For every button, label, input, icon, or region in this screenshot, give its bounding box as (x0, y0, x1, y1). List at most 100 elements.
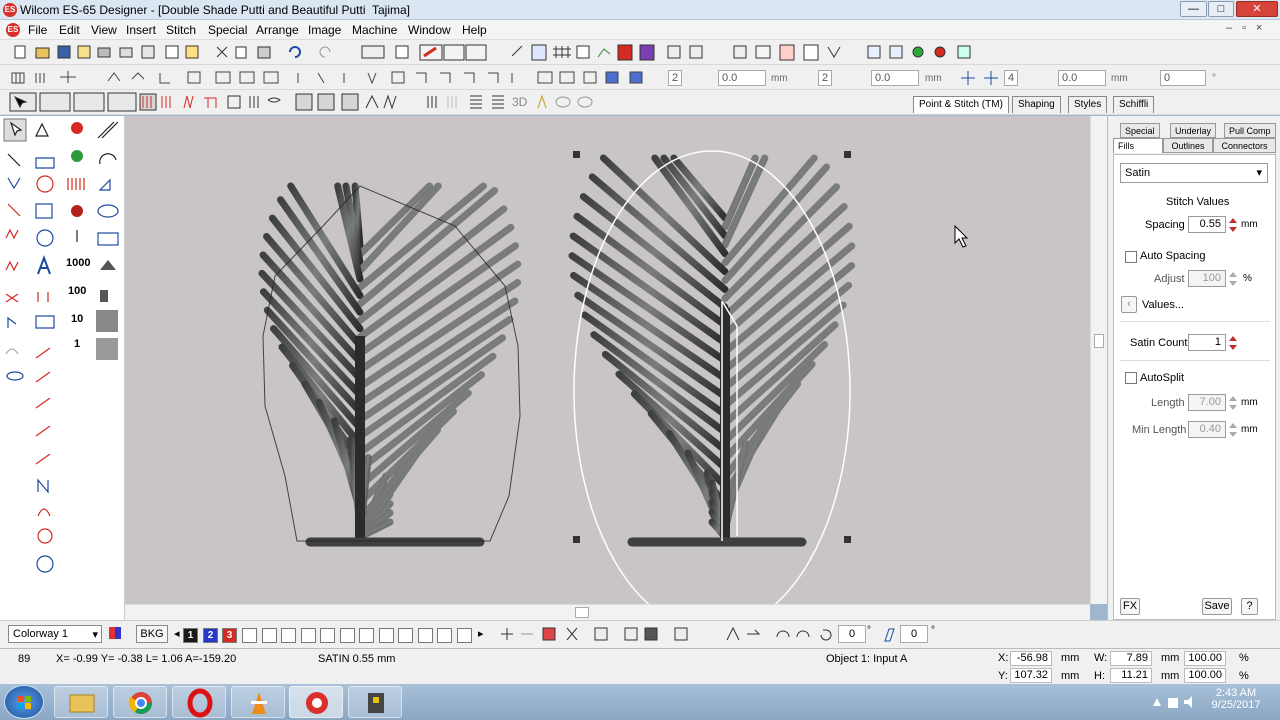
tool-10[interactable]: 10 (71, 313, 83, 325)
tool-1000[interactable]: 1000 (66, 257, 90, 269)
start-button[interactable] (4, 685, 44, 719)
tab-styles[interactable]: Styles (1068, 96, 1108, 113)
min-length-field[interactable]: 0.40 (1188, 421, 1226, 438)
palette-icon[interactable] (109, 627, 121, 639)
tab-point-stitch[interactable]: Point & Stitch (TM) (913, 96, 1009, 113)
save-button[interactable]: Save (1202, 598, 1232, 615)
y-field[interactable]: 107.32 (1010, 668, 1052, 683)
color-swatch-3[interactable]: 3 (222, 628, 237, 643)
next-color-icon[interactable]: ▸ (478, 627, 484, 640)
maximize-button[interactable]: □ (1208, 1, 1234, 17)
satin-count-stepper[interactable] (1228, 334, 1238, 351)
tab-special[interactable]: Special (1120, 123, 1160, 138)
taskbar-vlc[interactable] (231, 686, 285, 718)
taskbar-tool[interactable] (348, 686, 402, 718)
move-icons[interactable] (956, 65, 1006, 90)
empty-swatch[interactable] (261, 628, 277, 643)
values-button[interactable]: Values... (1142, 299, 1184, 311)
empty-swatch[interactable] (398, 628, 413, 643)
taskbar-chrome[interactable] (113, 686, 167, 718)
menu-edit[interactable]: Edit (59, 23, 80, 37)
vscroll-thumb[interactable] (1094, 334, 1104, 348)
taskbar-wilcom[interactable] (289, 686, 343, 718)
close-button[interactable]: ✕ (1236, 1, 1278, 17)
menu-file[interactable]: File (28, 23, 47, 37)
fx-button[interactable]: FX (1120, 598, 1140, 615)
h-percent-field[interactable]: 100.00 (1184, 668, 1226, 683)
bkg-button[interactable]: BKG (136, 625, 168, 643)
tab-shaping[interactable]: Shaping (1012, 96, 1061, 113)
adjust-field[interactable]: 100 (1188, 270, 1226, 287)
stitch-type-select[interactable]: Satin ▾ (1120, 163, 1268, 183)
standard-toolbar-icons[interactable] (0, 40, 980, 65)
menu-insert[interactable]: Insert (126, 23, 156, 37)
menu-arrange[interactable]: Arrange (256, 23, 299, 37)
empty-swatch[interactable] (437, 628, 452, 643)
tab-schiffli[interactable]: Schiffli (1113, 96, 1155, 113)
menu-machine[interactable]: Machine (352, 23, 397, 37)
auto-spacing-checkbox[interactable] (1125, 251, 1137, 263)
h-field[interactable]: 11.21 (1110, 668, 1152, 683)
skew-angle-field[interactable]: 0 (900, 625, 928, 643)
empty-swatch[interactable] (281, 628, 296, 643)
empty-swatch[interactable] (320, 628, 335, 643)
leaf-design-left[interactable] (258, 182, 522, 547)
tab-fills[interactable]: Fills (1113, 138, 1163, 153)
clock[interactable]: 2:43 AM 9/25/2017 (1204, 687, 1268, 711)
rotate-angle-field[interactable]: 0 (838, 625, 866, 643)
count-field-3[interactable]: 4 (1004, 70, 1018, 86)
menu-help[interactable]: Help (462, 23, 487, 37)
color-swatch-2[interactable]: 2 (203, 628, 218, 643)
toolbox-icons[interactable] (0, 116, 125, 586)
count-field-1[interactable]: 2 (668, 70, 682, 86)
doc-window-controls[interactable]: –▫× (1226, 22, 1272, 34)
doc-close-icon[interactable]: × (1256, 22, 1272, 34)
doc-minimize-icon[interactable]: – (1226, 22, 1242, 34)
menu-window[interactable]: Window (408, 23, 451, 37)
transform-toolbar-icons[interactable] (0, 65, 660, 90)
menu-special[interactable]: Special (208, 23, 247, 37)
vertical-scrollbar[interactable] (1090, 116, 1107, 604)
angle-field[interactable]: 0 (1160, 70, 1206, 86)
empty-swatch[interactable] (242, 628, 257, 643)
colorway-select[interactable]: Colorway 1 ▾ (8, 625, 102, 643)
leaf-design-right[interactable] (568, 154, 856, 547)
tab-underlay[interactable]: Underlay (1170, 123, 1217, 138)
hscroll-thumb[interactable] (575, 607, 589, 618)
embroidery-design[interactable] (125, 116, 1090, 632)
3d-label[interactable]: 3D (512, 95, 527, 109)
tool-1[interactable]: 1 (74, 338, 80, 350)
stitch-type-icons[interactable] (0, 90, 600, 115)
values-chevron-icon[interactable]: ‹ (1121, 296, 1137, 313)
empty-swatch[interactable] (359, 628, 374, 643)
spacing-field-2[interactable]: 0.0 (871, 70, 919, 86)
doc-restore-icon[interactable]: ▫ (1242, 22, 1256, 34)
x-field[interactable]: -56.98 (1010, 651, 1052, 666)
adjust-stepper[interactable] (1228, 270, 1238, 287)
rotate-ccw-icon[interactable] (818, 627, 832, 643)
length-field[interactable]: 7.00 (1188, 394, 1226, 411)
system-tray-icons[interactable] (1150, 692, 1200, 712)
satin-count-field[interactable]: 1 (1188, 334, 1226, 351)
tab-outlines[interactable]: Outlines (1163, 138, 1213, 153)
spacing-field-3[interactable]: 0.0 (1058, 70, 1106, 86)
doc-icon[interactable]: ES (6, 23, 20, 37)
empty-swatch[interactable] (378, 628, 394, 643)
color-swatch-1[interactable]: 1 (183, 628, 198, 643)
spacing-field-1[interactable]: 0.0 (718, 70, 766, 86)
w-percent-field[interactable]: 100.00 (1184, 651, 1226, 666)
tab-pull-comp[interactable]: Pull Comp (1224, 123, 1276, 138)
spacing-field[interactable]: 0.55 (1188, 216, 1226, 233)
menu-image[interactable]: Image (308, 23, 341, 37)
min-length-stepper[interactable] (1228, 421, 1238, 438)
skew-icon[interactable] (882, 627, 896, 643)
minimize-button[interactable]: — (1180, 1, 1207, 17)
count-field-2[interactable]: 2 (818, 70, 832, 86)
prev-color-icon[interactable]: ◂ (174, 627, 180, 640)
w-field[interactable]: 7.89 (1110, 651, 1152, 666)
empty-swatch[interactable] (339, 628, 355, 643)
help-button[interactable]: ? (1241, 598, 1258, 615)
taskbar-opera[interactable] (172, 686, 226, 718)
tool-100[interactable]: 100 (68, 285, 86, 297)
menu-view[interactable]: View (91, 23, 117, 37)
